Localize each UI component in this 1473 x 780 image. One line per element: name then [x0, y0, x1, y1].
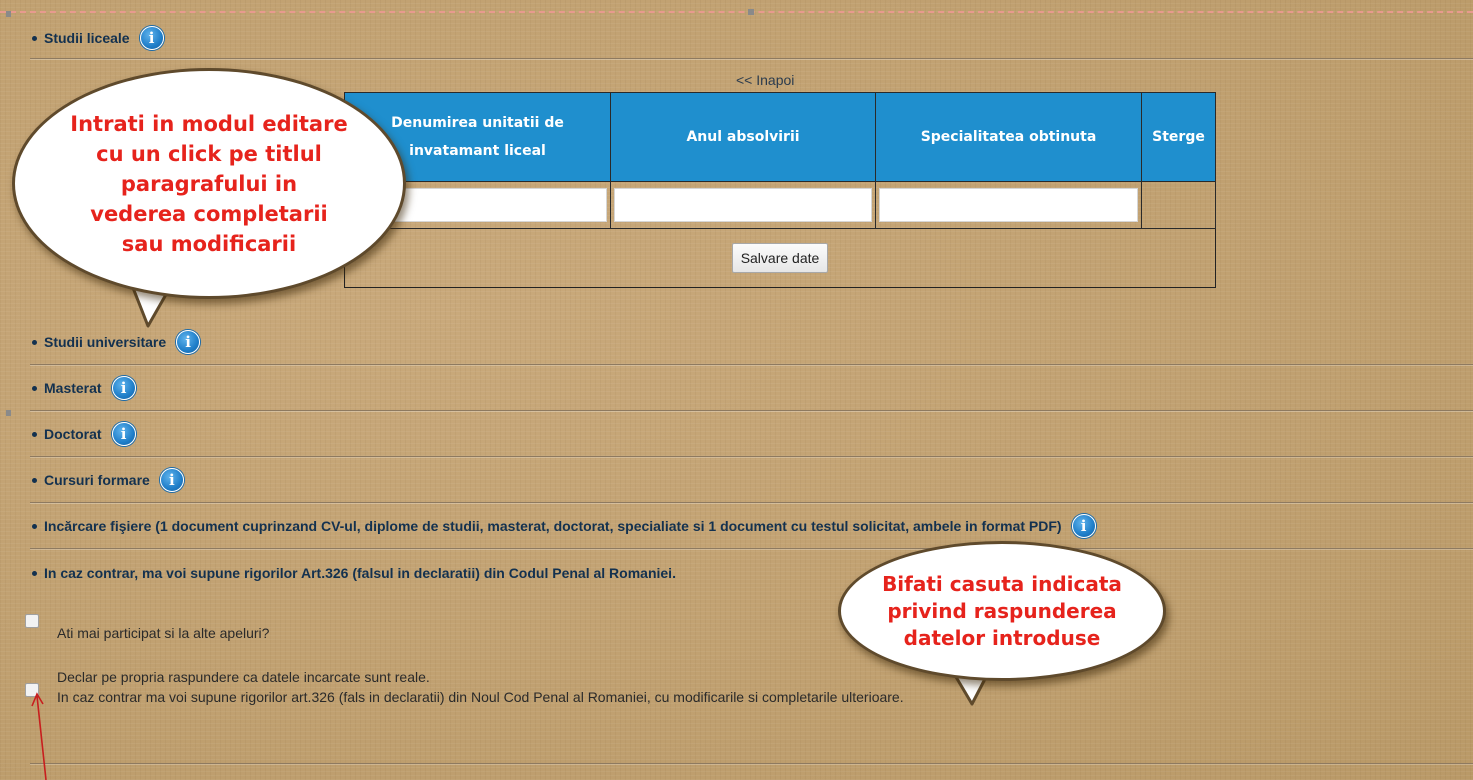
separator	[30, 58, 1473, 59]
callout-line: cu un click pe titlul	[96, 141, 322, 166]
separator	[30, 410, 1473, 411]
table-cell	[610, 181, 876, 229]
callout-line: Intrati in modul editare	[70, 111, 348, 136]
section-studii-universitare[interactable]: Studii universitare i	[32, 330, 201, 354]
edit-mode-callout: Intrati in modul editare cu un click pe …	[12, 68, 406, 299]
save-button[interactable]: Salvare date	[731, 243, 829, 273]
delete-cell[interactable]	[1141, 181, 1216, 229]
section-title[interactable]: Studii universitare	[44, 334, 166, 350]
info-icon[interactable]: i	[139, 26, 164, 50]
bullet-icon	[32, 339, 37, 345]
separator	[30, 502, 1473, 503]
info-icon[interactable]: i	[176, 330, 201, 354]
section-masterat[interactable]: Masterat i	[32, 376, 136, 400]
save-cell: Salvare date	[344, 228, 1216, 288]
section-title[interactable]: Cursuri formare	[44, 472, 150, 488]
callout-line: datelor introduse	[903, 625, 1101, 650]
checkbox-callout: Bifati casuta indicata privind raspunder…	[838, 541, 1166, 681]
resize-handle-top-left[interactable]	[6, 11, 11, 17]
section-title[interactable]: Masterat	[44, 380, 102, 396]
declar-label-line1: Declar pe propria raspundere ca datele i…	[57, 669, 430, 685]
column-header-sterge: Sterge	[1141, 92, 1216, 182]
bullet-icon	[32, 35, 37, 41]
section-title: In caz contrar, ma voi supune rigorilor …	[44, 565, 676, 581]
info-icon[interactable]: i	[159, 468, 184, 492]
separator	[30, 548, 1473, 549]
participat-label: Ati mai participat si la alte apeluri?	[57, 625, 270, 641]
resize-handle-left[interactable]	[6, 410, 11, 416]
bullet-icon	[32, 431, 37, 437]
section-cursuri-formare[interactable]: Cursuri formare i	[32, 468, 184, 492]
declar-label-line2: In caz contrar ma voi supune rigorilor a…	[57, 689, 904, 705]
table-cell	[875, 181, 1142, 229]
specialitate-input[interactable]	[879, 188, 1138, 222]
section-incarcare-fisiere[interactable]: Incărcare fişiere (1 document cuprinzand…	[32, 514, 1096, 538]
anul-input[interactable]	[614, 188, 872, 222]
resize-handle-top[interactable]	[748, 9, 754, 15]
section-in-caz-contrar: In caz contrar, ma voi supune rigorilor …	[32, 562, 676, 584]
table-header-row: Denumirea unitatii de invatamant liceal …	[344, 92, 1216, 182]
info-icon[interactable]: i	[111, 422, 136, 446]
bullet-icon	[32, 523, 37, 529]
section-doctorat[interactable]: Doctorat i	[32, 422, 136, 446]
callout-line: sau modificarii	[121, 231, 297, 256]
section-studii-liceale[interactable]: Studii liceale i	[32, 26, 164, 50]
info-icon[interactable]: i	[1071, 514, 1096, 538]
back-link[interactable]: << Inapoi	[736, 72, 794, 88]
column-header-anul: Anul absolvirii	[610, 92, 876, 182]
callout-line: paragrafului in	[120, 171, 298, 196]
bullet-icon	[32, 477, 37, 483]
arrow-icon	[31, 692, 47, 780]
top-dashed-border	[0, 11, 1473, 13]
section-title[interactable]: Studii liceale	[44, 30, 130, 46]
studii-liceale-table: Denumirea unitatii de invatamant liceal …	[344, 92, 1216, 288]
callout-line: vederea completarii	[90, 201, 328, 226]
bullet-icon	[32, 385, 37, 391]
participat-checkbox[interactable]	[25, 614, 39, 628]
section-title[interactable]: Incărcare fişiere (1 document cuprinzand…	[44, 518, 1062, 534]
callout-line: privind raspunderea	[887, 598, 1117, 623]
column-header-specialitatea: Specialitatea obtinuta	[875, 92, 1142, 182]
callout-line: Bifati casuta indicata	[882, 571, 1122, 596]
section-title[interactable]: Doctorat	[44, 426, 102, 442]
separator	[30, 456, 1473, 457]
table-footer-row: Salvare date	[344, 228, 1216, 288]
separator	[30, 763, 1473, 764]
info-icon[interactable]: i	[111, 376, 136, 400]
separator	[30, 364, 1473, 365]
table-row	[344, 181, 1216, 229]
bullet-icon	[32, 570, 37, 576]
